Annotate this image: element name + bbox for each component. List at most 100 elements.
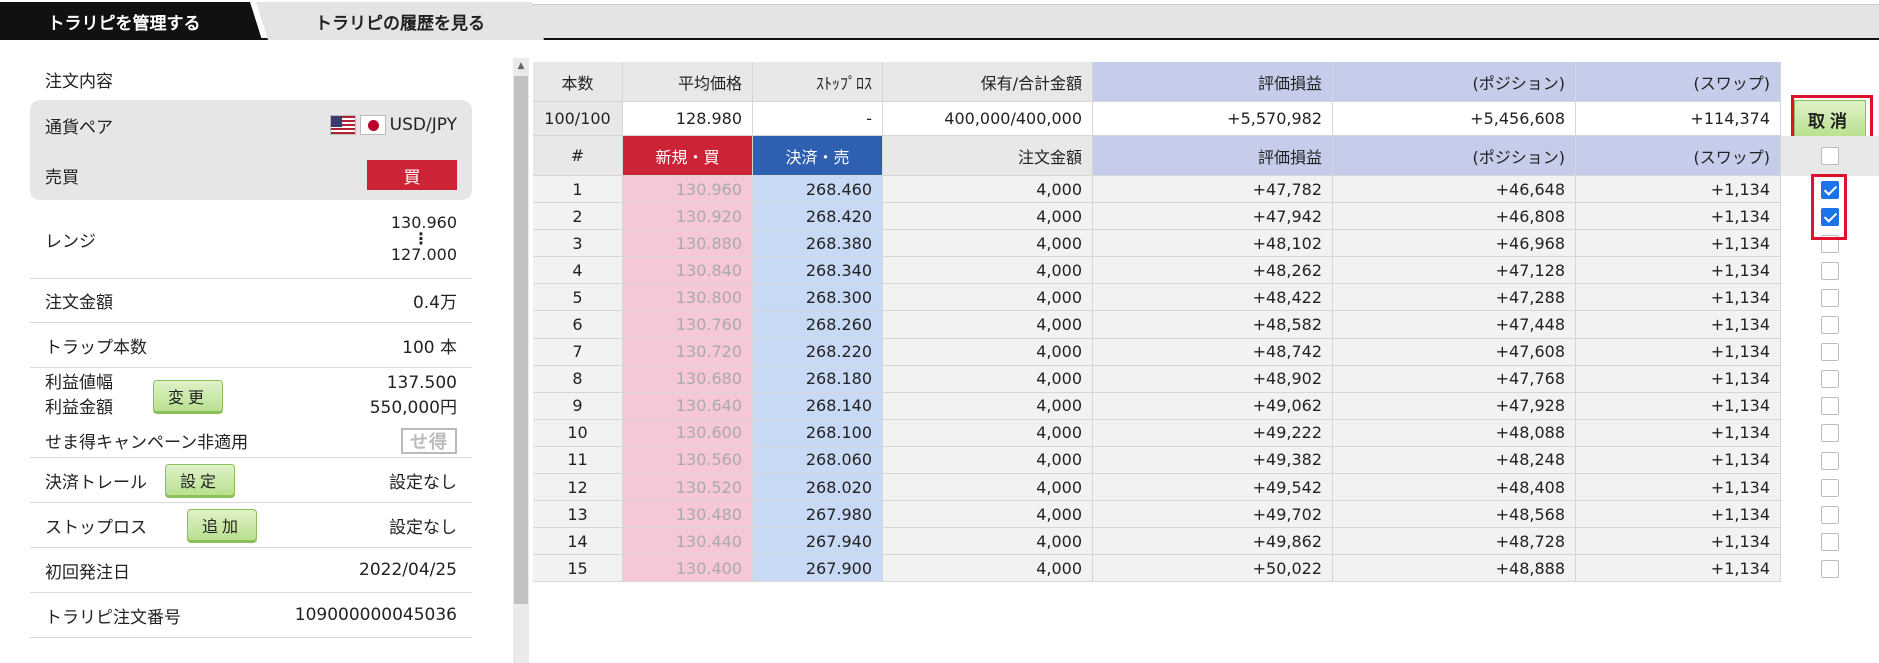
cell-new: 130.720 bbox=[623, 338, 753, 366]
row-checkbox[interactable] bbox=[1821, 316, 1839, 335]
header-pl: 評価損益 bbox=[1093, 62, 1333, 102]
profit-row: 利益値幅 利益金額 変更 137.500 550,000円 bbox=[30, 368, 472, 424]
side-row: 売買 買 bbox=[45, 150, 457, 200]
cell-swap: +1,134 bbox=[1576, 474, 1781, 502]
cell-swap: +1,134 bbox=[1576, 257, 1781, 285]
cell-num: 7 bbox=[533, 338, 623, 366]
currency-pair-value: USD/JPY bbox=[329, 115, 457, 135]
row-checkbox[interactable] bbox=[1821, 370, 1839, 389]
cell-pl: +49,062 bbox=[1093, 392, 1333, 420]
campaign-label: せま得キャンペーン非適用 bbox=[45, 433, 249, 453]
trap-count-label: トラップ本数 bbox=[45, 337, 147, 358]
cell-num: 10 bbox=[533, 419, 623, 447]
order-number-row: トラリピ注文番号 109000000045036 bbox=[30, 593, 472, 638]
sematoku-icon: せ得 bbox=[401, 427, 457, 454]
cell-settle: 268.020 bbox=[753, 474, 883, 502]
row-checkbox[interactable] bbox=[1821, 261, 1839, 280]
table-row: 5 130.800 268.300 4,000 +48,422 +47,288 +1,134 bbox=[533, 284, 1781, 312]
campaign-row: せま得キャンペーン非適用 せ得 bbox=[30, 424, 472, 458]
cell-new: 130.520 bbox=[623, 474, 753, 502]
profit-labels: 利益値幅 利益金額 bbox=[45, 371, 113, 421]
stoploss-value: 設定なし bbox=[389, 517, 457, 538]
cell-pl: +48,102 bbox=[1093, 230, 1333, 258]
tab-bar-fill bbox=[530, 4, 1879, 38]
cell-position: +47,288 bbox=[1333, 284, 1576, 312]
cell-amount: 4,000 bbox=[883, 419, 1093, 447]
cell-pl: +48,742 bbox=[1093, 338, 1333, 366]
cell-settle: 268.100 bbox=[753, 419, 883, 447]
cell-position: +47,608 bbox=[1333, 338, 1576, 366]
stoploss-add-button[interactable]: 追加 bbox=[187, 509, 257, 541]
header-stoploss: ｽﾄｯﾌﾟﾛｽ bbox=[753, 62, 883, 102]
vertical-scrollbar[interactable]: ▲ bbox=[513, 58, 529, 663]
tab-bar: トラリピの履歴を見る トラリピを管理する bbox=[0, 0, 1879, 40]
row-checkbox[interactable] bbox=[1821, 559, 1839, 578]
cell-amount: 4,000 bbox=[883, 528, 1093, 556]
cell-settle: 268.220 bbox=[753, 338, 883, 366]
cell-settle: 268.260 bbox=[753, 311, 883, 339]
row-checkbox[interactable] bbox=[1821, 505, 1839, 524]
order-amount-value: 0.4万 bbox=[412, 293, 457, 313]
cell-num: 13 bbox=[533, 501, 623, 529]
row-checkbox[interactable] bbox=[1821, 397, 1839, 416]
row-checkbox[interactable] bbox=[1821, 288, 1839, 307]
order-number-label: トラリピ注文番号 bbox=[45, 607, 181, 628]
select-all-checkbox[interactable] bbox=[1821, 147, 1839, 165]
checkbox-highlight-frame bbox=[1811, 174, 1847, 240]
header-row-pl: 評価損益 bbox=[1093, 136, 1333, 176]
first-order-value: 2022/04/25 bbox=[359, 560, 457, 580]
table-row: 2 130.920 268.420 4,000 +47,942 +46,808 +1,134 bbox=[533, 203, 1781, 231]
cell-swap: +1,134 bbox=[1576, 338, 1781, 366]
tab-manage[interactable]: トラリピを管理する bbox=[0, 2, 262, 40]
order-number-value: 109000000045036 bbox=[294, 605, 457, 625]
cell-swap: +1,134 bbox=[1576, 230, 1781, 258]
row-checkbox[interactable] bbox=[1821, 424, 1839, 443]
trail-setting-button[interactable]: 設定 bbox=[165, 464, 235, 496]
cell-swap: +1,134 bbox=[1576, 555, 1781, 583]
table-row: 7 130.720 268.220 4,000 +48,742 +47,608 +1,134 bbox=[533, 338, 1781, 366]
row-checkbox[interactable] bbox=[1821, 343, 1839, 362]
cell-num: 15 bbox=[533, 555, 623, 583]
table-row: 12 130.520 268.020 4,000 +49,542 +48,408 +1,13… bbox=[533, 474, 1781, 502]
order-details-panel: 注文内容 通貨ペア USD/JPY 売買 買 レンジ 130.960 ⋮ 127… bbox=[30, 58, 472, 638]
order-details-heading: 注文内容 bbox=[45, 71, 113, 92]
cell-position: +47,448 bbox=[1333, 311, 1576, 339]
change-button[interactable]: 変更 bbox=[153, 380, 223, 412]
cell-amount: 4,000 bbox=[883, 365, 1093, 393]
row-checkbox[interactable] bbox=[1821, 532, 1839, 551]
cell-position: +47,768 bbox=[1333, 365, 1576, 393]
cell-position: +48,568 bbox=[1333, 501, 1576, 529]
header-count: 本数 bbox=[533, 62, 623, 102]
cell-amount: 4,000 bbox=[883, 230, 1093, 258]
summary-position: +5,456,608 bbox=[1333, 102, 1576, 136]
row-checkbox-cell bbox=[1781, 338, 1879, 366]
range-low: 127.000 bbox=[390, 245, 457, 264]
cell-swap: +1,134 bbox=[1576, 365, 1781, 393]
scroll-up-icon[interactable]: ▲ bbox=[513, 58, 529, 74]
table-body: 1 130.960 268.460 4,000 +47,782 +46,648 +1,134… bbox=[533, 176, 1781, 583]
tab-history[interactable]: トラリピの履歴を見る bbox=[256, 2, 544, 40]
row-checkbox[interactable] bbox=[1821, 478, 1839, 497]
cell-settle: 268.300 bbox=[753, 284, 883, 312]
cell-amount: 4,000 bbox=[883, 501, 1093, 529]
row-checkbox-cell bbox=[1781, 311, 1879, 339]
cell-amount: 4,000 bbox=[883, 446, 1093, 475]
cell-position: +48,408 bbox=[1333, 474, 1576, 502]
cell-position: +48,088 bbox=[1333, 419, 1576, 447]
selection-column: 取消 bbox=[1781, 62, 1879, 663]
cell-pl: +48,582 bbox=[1093, 311, 1333, 339]
stoploss-row: ストップロス 追加 設定なし bbox=[30, 503, 472, 548]
table-row: 4 130.840 268.340 4,000 +48,262 +47,128 +1,134 bbox=[533, 257, 1781, 285]
cell-position: +48,888 bbox=[1333, 555, 1576, 583]
cell-num: 11 bbox=[533, 446, 623, 475]
header-new-buy: 新規・買 bbox=[623, 136, 753, 176]
cell-pl: +49,862 bbox=[1093, 528, 1333, 556]
row-checkbox[interactable] bbox=[1821, 451, 1839, 470]
cell-settle: 267.900 bbox=[753, 555, 883, 583]
cell-new: 130.640 bbox=[623, 392, 753, 420]
order-amount-row: 注文金額 0.4万 bbox=[30, 279, 472, 323]
cell-swap: +1,134 bbox=[1576, 311, 1781, 339]
scroll-thumb[interactable] bbox=[514, 76, 528, 604]
cell-settle: 268.180 bbox=[753, 365, 883, 393]
cell-position: +46,968 bbox=[1333, 230, 1576, 258]
